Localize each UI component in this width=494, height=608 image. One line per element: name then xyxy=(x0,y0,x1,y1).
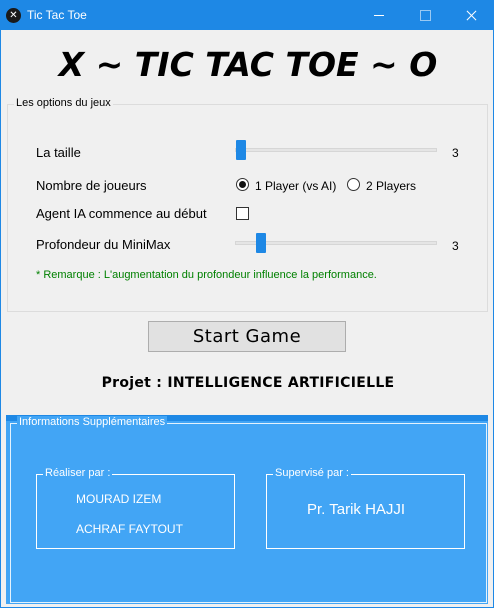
minimax-label: Profondeur du MiniMax xyxy=(36,237,171,252)
ai-start-label: Agent IA commence au début xyxy=(36,206,207,221)
realiser-legend: Réaliser par : xyxy=(43,467,113,479)
taille-slider-thumb[interactable] xyxy=(236,140,246,160)
taille-label: La taille xyxy=(36,145,81,160)
options-legend: Les options du jeux xyxy=(14,97,113,109)
app-window: ✕ Tic Tac Toe X ~ TIC TAC TOE ~ O Les op… xyxy=(0,0,494,608)
taille-value: 3 xyxy=(452,146,459,160)
radio-1-player-label[interactable]: 1 Player (vs AI) xyxy=(255,179,336,193)
taille-slider-track[interactable] xyxy=(235,148,437,152)
supervise-groupbox: Supervisé par : Pr. Tarik HAJJI xyxy=(266,467,465,549)
realiser-groupbox: Réaliser par : MOURAD IZEM ACHRAF FAYTOU… xyxy=(36,467,235,549)
minimax-value: 3 xyxy=(452,239,459,253)
x-circle-icon: ✕ xyxy=(6,8,21,23)
supervise-legend: Supervisé par : xyxy=(273,467,351,479)
radio-2-players-label[interactable]: 2 Players xyxy=(366,179,416,193)
maximize-button[interactable] xyxy=(402,1,448,30)
minimize-button[interactable] xyxy=(356,1,402,30)
member-name: MOURAD IZEM xyxy=(76,492,162,506)
radio-1-player[interactable] xyxy=(236,178,249,191)
ai-start-checkbox[interactable] xyxy=(236,207,249,220)
minimax-slider-thumb[interactable] xyxy=(256,233,266,253)
remark-text: * Remarque : L'augmentation du profondeu… xyxy=(36,269,377,281)
start-game-button[interactable]: Start Game xyxy=(148,321,346,352)
window-title: Tic Tac Toe xyxy=(27,8,87,22)
radio-2-players[interactable] xyxy=(347,178,360,191)
info-panel: Informations Supplémentaires Réaliser pa… xyxy=(6,415,488,604)
info-legend: Informations Supplémentaires xyxy=(17,416,168,428)
supervisor-name: Pr. Tarik HAJJI xyxy=(307,501,406,518)
title-bar[interactable]: ✕ Tic Tac Toe xyxy=(1,1,493,30)
member-name: ACHRAF FAYTOUT xyxy=(76,522,183,536)
page-title: X ~ TIC TAC TOE ~ O xyxy=(58,45,438,84)
projet-label: Projet : INTELLIGENCE ARTIFICIELLE xyxy=(101,375,395,391)
close-button[interactable] xyxy=(448,1,494,30)
joueurs-label: Nombre de joueurs xyxy=(36,178,147,193)
